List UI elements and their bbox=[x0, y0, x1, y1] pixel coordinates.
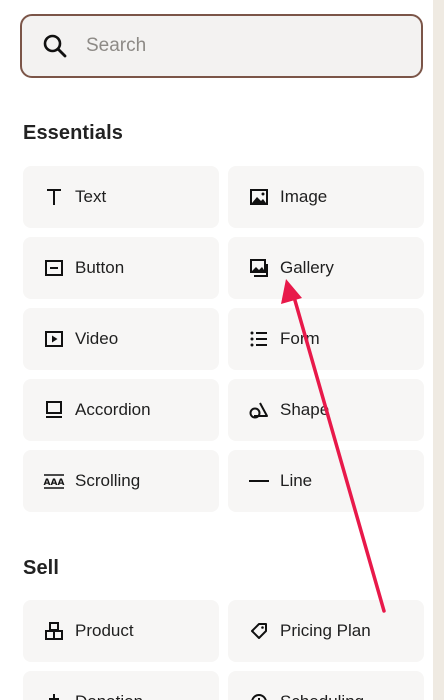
block-label: Scheduling bbox=[280, 692, 364, 700]
block-shape[interactable]: Shape bbox=[228, 379, 424, 441]
search-field[interactable]: Search bbox=[20, 14, 423, 78]
section-title-sell: Sell bbox=[23, 557, 59, 579]
section-title-essentials: Essentials bbox=[23, 122, 123, 144]
video-icon bbox=[43, 328, 65, 350]
block-scrolling[interactable]: AAA Scrolling bbox=[23, 450, 219, 512]
block-product[interactable]: Product bbox=[23, 600, 219, 662]
block-label: Scrolling bbox=[75, 471, 141, 490]
block-image[interactable]: Image bbox=[228, 166, 424, 228]
block-scheduling[interactable]: Scheduling bbox=[228, 671, 424, 700]
block-pricing-plan[interactable]: Pricing Plan bbox=[228, 600, 424, 662]
block-button[interactable]: Button bbox=[23, 237, 219, 299]
search-icon bbox=[42, 33, 68, 59]
block-label: Donation bbox=[75, 692, 143, 700]
accordion-icon bbox=[43, 399, 65, 421]
svg-text:AAA: AAA bbox=[44, 478, 65, 488]
block-donation[interactable]: Donation bbox=[23, 671, 219, 700]
block-text[interactable]: Text bbox=[23, 166, 219, 228]
block-label: Form bbox=[280, 329, 320, 348]
donation-icon bbox=[43, 691, 65, 700]
product-icon bbox=[43, 620, 65, 642]
add-block-panel: Search Essentials Text Image Button Gall… bbox=[0, 0, 433, 700]
scheduling-icon bbox=[248, 691, 270, 700]
block-label: Image bbox=[280, 187, 328, 206]
button-icon bbox=[43, 257, 65, 279]
panel-edge bbox=[433, 0, 444, 700]
search-placeholder: Search bbox=[86, 35, 147, 56]
block-form[interactable]: Form bbox=[228, 308, 424, 370]
form-icon bbox=[248, 328, 270, 350]
block-label: Shape bbox=[280, 400, 330, 419]
shape-icon bbox=[248, 399, 270, 421]
pricing-plan-icon bbox=[248, 620, 270, 642]
text-icon bbox=[43, 186, 65, 208]
block-label: Gallery bbox=[280, 258, 334, 277]
gallery-icon bbox=[248, 257, 270, 279]
image-icon bbox=[248, 186, 270, 208]
block-label: Video bbox=[75, 329, 119, 348]
block-video[interactable]: Video bbox=[23, 308, 219, 370]
block-label: Text bbox=[75, 187, 107, 206]
scrolling-icon: AAA bbox=[43, 470, 65, 492]
block-accordion[interactable]: Accordion bbox=[23, 379, 219, 441]
block-label: Product bbox=[75, 621, 134, 640]
block-label: Accordion bbox=[75, 400, 151, 419]
block-label: Line bbox=[280, 471, 313, 490]
block-label: Button bbox=[75, 258, 125, 277]
block-gallery[interactable]: Gallery bbox=[228, 237, 424, 299]
block-label: Pricing Plan bbox=[280, 621, 371, 640]
line-icon bbox=[248, 470, 270, 492]
block-line[interactable]: Line bbox=[228, 450, 424, 512]
